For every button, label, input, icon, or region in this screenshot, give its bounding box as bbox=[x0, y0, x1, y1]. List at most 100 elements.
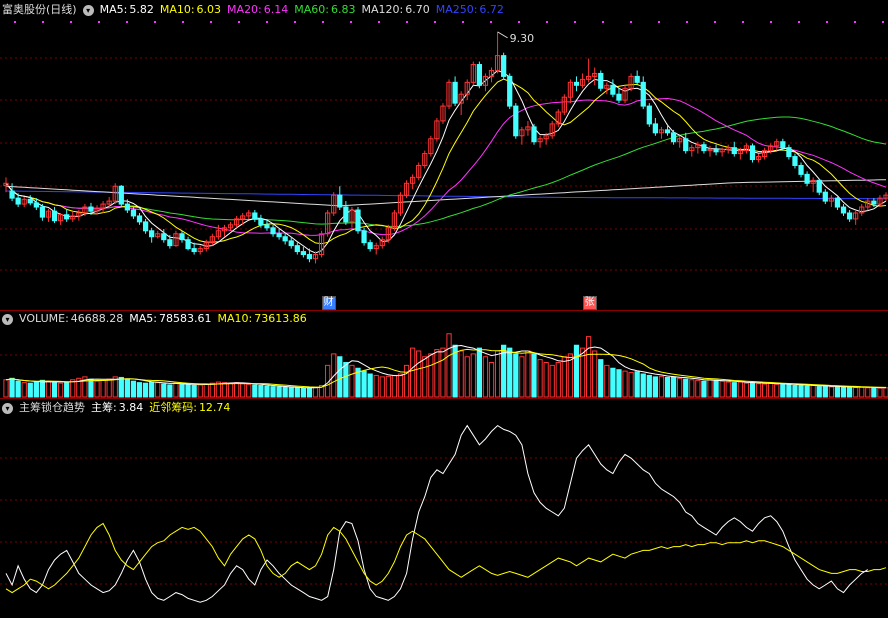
volume-bar bbox=[689, 379, 695, 398]
candle-body bbox=[834, 197, 841, 208]
volume-bar bbox=[774, 383, 780, 398]
candle-body bbox=[701, 144, 707, 152]
volume-bar bbox=[853, 387, 859, 398]
candle-body bbox=[252, 212, 258, 220]
candle-body bbox=[476, 64, 483, 86]
high-annotation-leader bbox=[497, 31, 508, 39]
candle-body bbox=[786, 147, 792, 158]
volume-bar bbox=[391, 374, 398, 398]
volume-bar bbox=[45, 380, 52, 398]
top-marker-dot bbox=[714, 21, 716, 23]
volume-bar bbox=[197, 384, 203, 398]
volume-bar bbox=[161, 383, 167, 398]
collapse-toggle-icon[interactable]: ▾ bbox=[2, 402, 13, 414]
volume-bar bbox=[646, 374, 652, 398]
indicator-item-value: 3.84 bbox=[118, 401, 144, 414]
top-marker-dot bbox=[350, 21, 352, 23]
collapse-toggle-icon[interactable]: ▾ bbox=[82, 4, 94, 16]
candle-body bbox=[288, 240, 294, 247]
collapse-toggle-icon[interactable]: ▾ bbox=[2, 313, 13, 325]
top-marker-dot bbox=[98, 21, 100, 23]
candle-body bbox=[822, 191, 828, 202]
top-marker-dot bbox=[154, 21, 156, 23]
candle-body bbox=[343, 206, 349, 223]
volume-bar bbox=[792, 385, 798, 398]
volume-ma-item-value: 73613.86 bbox=[254, 312, 307, 325]
volume-bar bbox=[846, 386, 853, 398]
volume-bar bbox=[555, 362, 561, 398]
price-ma-item-0: MA5: 5.82 bbox=[100, 3, 154, 17]
kline-chart-canvas: 9.30 bbox=[0, 21, 888, 603]
volume-ma-item-0: MA5: 78583.61 bbox=[129, 312, 211, 326]
volume-bar bbox=[403, 364, 410, 398]
top-marker-dot bbox=[602, 21, 604, 23]
volume-bar bbox=[33, 381, 39, 398]
price-ma-item-value: 6.83 bbox=[330, 3, 356, 16]
indicator-item-label: 近邻筹码: bbox=[149, 401, 197, 414]
volume-bar bbox=[683, 378, 689, 398]
price-ma-item-2: MA20: 6.14 bbox=[227, 3, 288, 17]
volume-bar bbox=[804, 385, 810, 398]
volume-bar bbox=[725, 381, 731, 398]
volume-bar bbox=[828, 386, 835, 398]
volume-ma-item-1: MA10: 73613.86 bbox=[218, 312, 307, 326]
event-marker[interactable]: 财 bbox=[321, 296, 336, 310]
candle-body bbox=[452, 81, 458, 104]
volume-bar bbox=[240, 383, 246, 398]
volume-bar bbox=[300, 387, 307, 398]
volume-bar bbox=[755, 383, 762, 398]
candle-body bbox=[300, 251, 307, 256]
volume-bar bbox=[100, 379, 106, 398]
volume-bar bbox=[106, 378, 112, 398]
volume-bar bbox=[149, 381, 155, 398]
volume-bar bbox=[810, 385, 816, 398]
volume-bar bbox=[343, 362, 349, 398]
volume-bar bbox=[488, 362, 495, 398]
volume-bar bbox=[27, 382, 33, 398]
top-marker-dot bbox=[490, 21, 492, 23]
panel-divider bbox=[0, 310, 888, 311]
volume-bar bbox=[57, 382, 64, 398]
candle-body bbox=[270, 227, 276, 235]
candle-body bbox=[39, 206, 46, 218]
volume-bar bbox=[749, 382, 756, 398]
panel-divider bbox=[0, 398, 888, 399]
volume-bar bbox=[227, 382, 234, 398]
candle-body bbox=[616, 93, 622, 101]
top-marker-dot bbox=[378, 21, 380, 23]
candle-body bbox=[258, 218, 264, 226]
stock-title: 富奥股份(日线) bbox=[2, 3, 77, 16]
candle-body bbox=[598, 72, 604, 89]
volume-bar bbox=[731, 382, 737, 398]
volume-bar bbox=[434, 349, 440, 398]
top-marker-dot bbox=[210, 21, 212, 23]
top-marker-dot bbox=[238, 21, 240, 23]
candle-body bbox=[337, 194, 343, 208]
volume-bar bbox=[373, 374, 379, 398]
indicator-legend: 主筹: 3.84 近邻筹码: 12.74 bbox=[91, 401, 230, 415]
volume-bar bbox=[233, 382, 240, 398]
volume-bar bbox=[786, 384, 792, 398]
volume-bar bbox=[834, 386, 841, 398]
top-marker-dot bbox=[686, 21, 688, 23]
candle-body bbox=[780, 141, 786, 149]
volume-bar bbox=[622, 370, 628, 398]
volume-bar bbox=[312, 386, 319, 398]
candle-body bbox=[167, 239, 173, 247]
volume-bar bbox=[51, 382, 58, 398]
volume-bar bbox=[482, 356, 489, 398]
candle-body bbox=[871, 200, 877, 205]
volume-bar bbox=[701, 380, 707, 398]
high-annotation: 9.30 bbox=[510, 32, 534, 45]
volume-bar bbox=[761, 383, 768, 398]
volume-bar bbox=[416, 350, 422, 398]
candle-body bbox=[33, 202, 39, 208]
volume-bar bbox=[185, 383, 191, 398]
candle-body bbox=[124, 203, 131, 211]
volume-bar bbox=[610, 367, 616, 398]
event-marker[interactable]: 张 bbox=[582, 296, 597, 310]
volume-bar bbox=[155, 382, 161, 398]
volume-label: VOLUME: bbox=[19, 312, 69, 325]
volume-bar bbox=[385, 375, 391, 398]
price-ma-item-value: 6.72 bbox=[479, 3, 504, 16]
